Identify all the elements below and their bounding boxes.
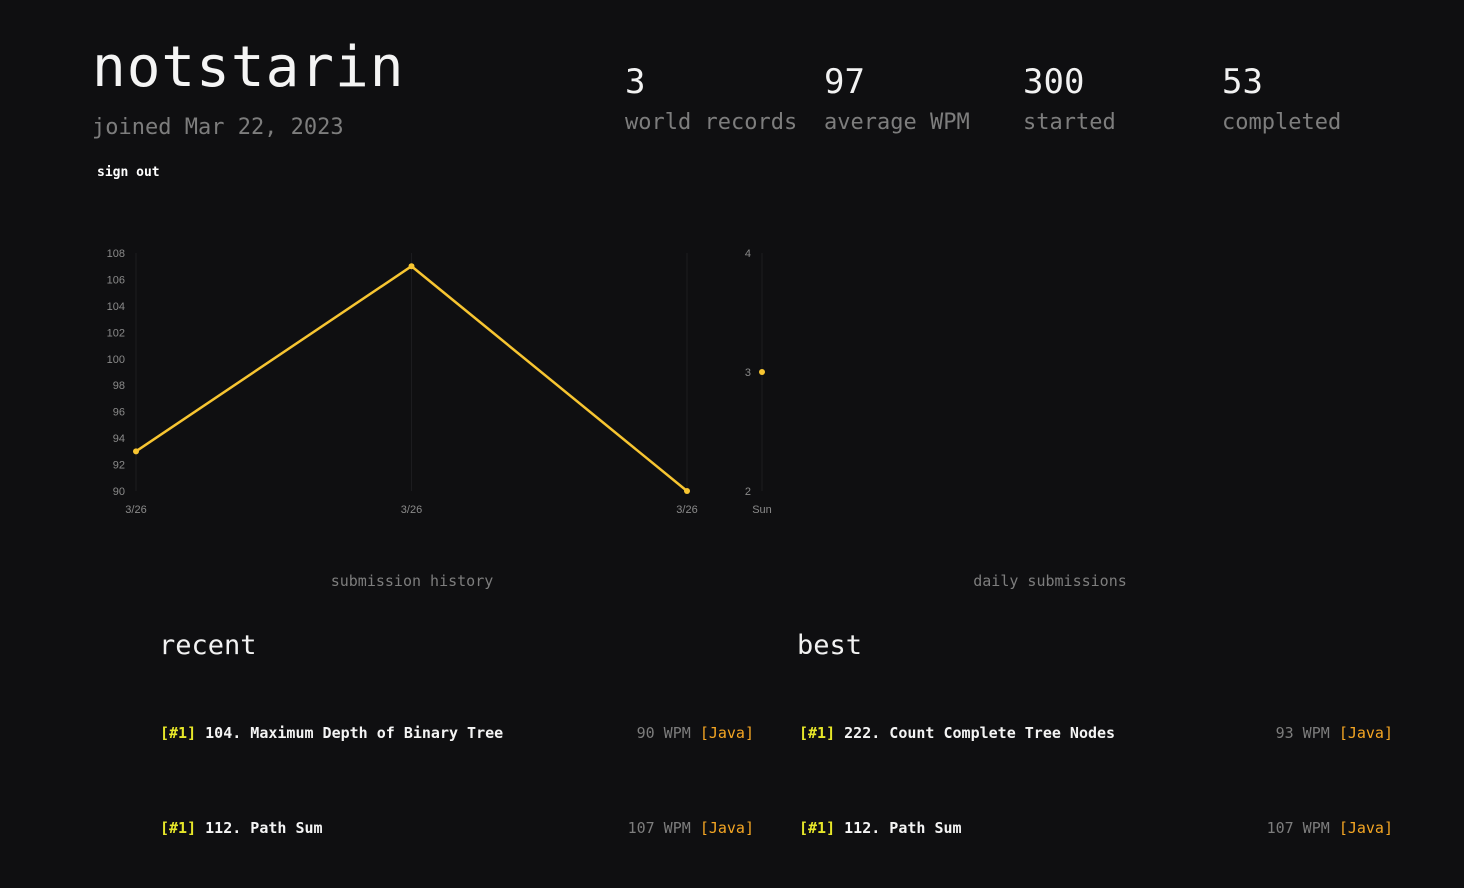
y-tick-label: 94: [113, 433, 125, 445]
wpm-value: 93 WPM: [1275, 724, 1330, 742]
recent-item-title[interactable]: [#1] 112. Path Sum: [160, 819, 323, 837]
stat-average-wpm: 97 average WPM: [824, 60, 970, 138]
wpm-value: 90 WPM: [636, 724, 691, 742]
stat-value: 97: [824, 62, 865, 102]
problem-name: 104. Maximum Depth of Binary Tree: [205, 724, 504, 742]
best-item-meta: 93 WPM [Java]: [1276, 724, 1393, 742]
rank-badge: [#1]: [799, 724, 836, 742]
y-tick-label: 90: [113, 486, 125, 498]
y-tick-label: 102: [107, 327, 125, 339]
y-tick-label: 108: [107, 248, 125, 260]
x-tick-label: Sun: [752, 504, 772, 516]
username: notstarin: [92, 35, 405, 100]
x-tick-label: 3/26: [125, 504, 146, 516]
recent-item[interactable]: [#1] 112. Path Sum 107 WPM [Java]: [160, 819, 754, 843]
x-tick-label: 3/26: [676, 504, 697, 516]
stat-started: 300 started: [1023, 60, 1116, 138]
language-tag: [Java]: [1338, 819, 1393, 837]
wpm-value: 107 WPM: [627, 819, 691, 837]
y-tick-label: 100: [107, 354, 125, 366]
sign-out-button[interactable]: sign out: [97, 165, 160, 180]
best-title: best: [797, 630, 863, 661]
rank-badge: [#1]: [799, 819, 836, 837]
stat-value: 53: [1222, 62, 1263, 102]
recent-item[interactable]: [#1] 104. Maximum Depth of Binary Tree 9…: [160, 724, 754, 748]
language-tag: [Java]: [1338, 724, 1393, 742]
data-point: [759, 369, 765, 375]
stat-value: 3: [625, 62, 646, 102]
language-tag: [Java]: [699, 724, 754, 742]
best-item-meta: 107 WPM [Java]: [1267, 819, 1393, 837]
stat-label: started: [1023, 110, 1116, 135]
data-point: [408, 263, 415, 270]
y-tick-label: 92: [113, 460, 125, 472]
y-tick-label: 96: [113, 407, 125, 419]
recent-title: recent: [159, 630, 257, 661]
data-point: [684, 488, 690, 494]
problem-name: 112. Path Sum: [844, 819, 962, 837]
data-point: [133, 448, 139, 455]
best-item-title[interactable]: [#1] 222. Count Complete Tree Nodes: [799, 724, 1115, 742]
stat-value: 300: [1023, 62, 1085, 102]
submission-history-chart: 10810610410210098969492903/26 3/26 3/26: [107, 248, 698, 516]
recent-item-meta: 107 WPM [Java]: [628, 819, 754, 837]
y-tick-label: 104: [107, 301, 125, 313]
recent-item-title[interactable]: [#1] 104. Maximum Depth of Binary Tree: [160, 724, 503, 742]
problem-name: 112. Path Sum: [205, 819, 323, 837]
best-item[interactable]: [#1] 222. Count Complete Tree Nodes 93 W…: [799, 724, 1393, 748]
stat-world-records: 3 world records: [625, 60, 797, 138]
y-tick-label: 98: [113, 380, 125, 392]
y-tick-label: 3: [745, 367, 751, 379]
stat-label: average WPM: [824, 110, 970, 135]
y-tick-label: 2: [745, 486, 751, 498]
problem-name: 222. Count Complete Tree Nodes: [844, 724, 1116, 742]
y-tick-label: 106: [107, 274, 125, 286]
recent-item-meta: 90 WPM [Java]: [637, 724, 754, 742]
daily-submissions-chart: 4 3 2Sun: [745, 248, 772, 516]
best-item-title[interactable]: [#1] 112. Path Sum: [799, 819, 962, 837]
daily-submissions-caption: daily submissions: [973, 572, 1127, 590]
rank-badge: [#1]: [160, 724, 197, 742]
x-tick-label: 3/26: [401, 504, 422, 516]
language-tag: [Java]: [699, 819, 754, 837]
stat-completed: 53 completed: [1222, 60, 1341, 138]
stat-label: completed: [1222, 110, 1342, 135]
stat-label: world records: [625, 110, 798, 135]
best-item[interactable]: [#1] 112. Path Sum 107 WPM [Java]: [799, 819, 1393, 843]
rank-badge: [#1]: [160, 819, 197, 837]
wpm-value: 107 WPM: [1266, 819, 1330, 837]
joined-date: joined Mar 22, 2023: [92, 115, 344, 140]
submission-history-caption: submission history: [330, 572, 494, 590]
y-tick-label: 4: [745, 248, 751, 260]
